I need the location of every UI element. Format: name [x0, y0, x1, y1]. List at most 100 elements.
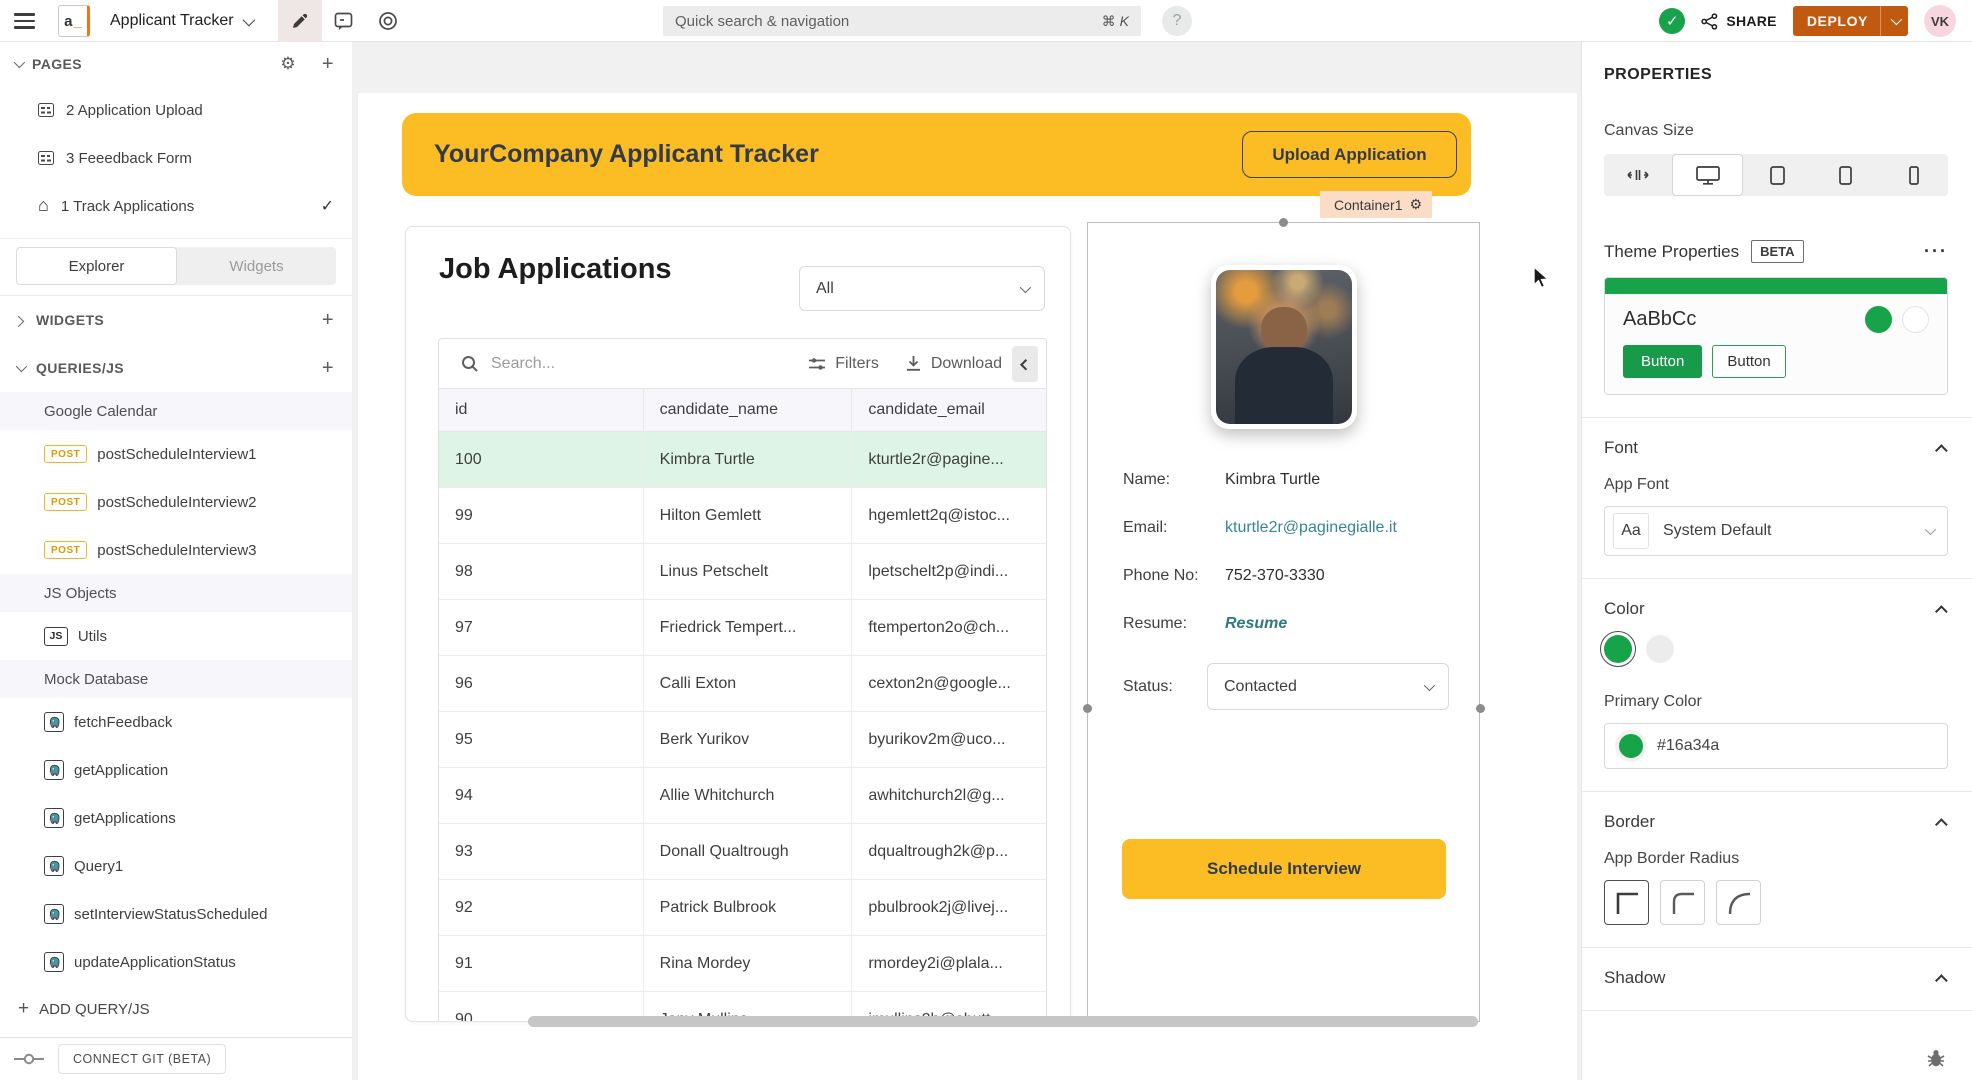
- resize-handle-left[interactable]: [1083, 704, 1092, 713]
- help-button[interactable]: ?: [1162, 6, 1192, 36]
- widgets-section-header[interactable]: WIDGETS +: [0, 296, 352, 344]
- query-item[interactable]: updateApplicationStatus: [0, 938, 352, 986]
- quick-search-input[interactable]: Quick search & navigation ⌘ K: [663, 6, 1141, 36]
- pencil-icon: [291, 12, 309, 30]
- table-column-header[interactable]: candidate_name: [644, 389, 853, 431]
- edit-mode-button[interactable]: [278, 0, 322, 42]
- header-container-widget[interactable]: YourCompany Applicant Tracker Upload App…: [402, 113, 1471, 196]
- radius-sharp-option[interactable]: [1604, 880, 1649, 925]
- border-radius-options: [1604, 880, 1948, 925]
- horizontal-scrollbar[interactable]: [528, 1016, 1478, 1027]
- canvas-fluid-option[interactable]: [1604, 154, 1672, 196]
- filters-icon: [808, 356, 826, 372]
- upload-application-button[interactable]: Upload Application: [1242, 131, 1457, 178]
- filters-button[interactable]: Filters: [808, 355, 879, 373]
- radius-medium-option[interactable]: [1660, 880, 1705, 925]
- primary-color-value: #16a34a: [1657, 737, 1719, 755]
- add-page-button[interactable]: +: [322, 53, 334, 76]
- table-row[interactable]: 95Berk Yurikovbyurikov2m@uco...: [439, 712, 1046, 768]
- table-row[interactable]: 97Friedrick Tempert...ftemperton2o@ch...: [439, 600, 1046, 656]
- status-select[interactable]: Contacted: [1207, 663, 1449, 710]
- resize-handle-right[interactable]: [1476, 704, 1485, 713]
- primary-color-input[interactable]: #16a34a: [1604, 723, 1948, 769]
- user-avatar[interactable]: VK: [1924, 5, 1956, 37]
- download-button[interactable]: Download: [905, 355, 1002, 373]
- add-widget-button[interactable]: +: [322, 309, 334, 332]
- table-row[interactable]: 94Allie Whitchurchawhitchurch2l@g...: [439, 768, 1046, 824]
- resume-link[interactable]: Resume: [1225, 615, 1449, 633]
- field-value-link[interactable]: kturtle2r@paginegialle.it: [1225, 519, 1449, 537]
- app-title-chevron-down-icon[interactable]: [242, 13, 255, 26]
- tablet-small-icon: [1839, 166, 1852, 185]
- sidebar-page-item[interactable]: 2 Application Upload: [0, 86, 352, 134]
- table-row[interactable]: 100Kimbra Turtlekturtle2r@pagine...: [439, 432, 1046, 488]
- queries-section-header[interactable]: QUERIES/JS +: [0, 344, 352, 392]
- datasource-group-header: Mock Database: [0, 660, 352, 698]
- collapse-font-section-chevron[interactable]: [1935, 444, 1948, 457]
- query-item[interactable]: setInterviewStatusScheduled: [0, 890, 352, 938]
- table-row[interactable]: 98Linus Petscheltlpetschelt2p@indi...: [439, 544, 1046, 600]
- query-item[interactable]: getApplications: [0, 794, 352, 842]
- query-item[interactable]: fetchFeedback: [0, 698, 352, 746]
- collapse-color-section-chevron[interactable]: [1935, 605, 1948, 618]
- primary-color-swatch[interactable]: [1604, 635, 1632, 663]
- theme-options-menu[interactable]: ···: [1924, 241, 1948, 262]
- debug-bug-icon[interactable]: [1926, 1048, 1946, 1068]
- app-logo-icon[interactable]: a_: [58, 5, 90, 37]
- candidate-detail-container[interactable]: Name:Kimbra TurtleEmail:kturtle2r@pagine…: [1087, 222, 1480, 1022]
- resize-handle-top[interactable]: [1279, 218, 1288, 227]
- table-search[interactable]: [461, 355, 808, 373]
- query-item[interactable]: POSTpostScheduleInterview1: [0, 430, 352, 478]
- sidebar-page-item[interactable]: ⌂1 Track Applications✓: [0, 182, 352, 230]
- add-query-plus-button[interactable]: +: [322, 357, 334, 380]
- table-row[interactable]: 92Patrick Bulbrookpbulbrook2j@livej...: [439, 880, 1046, 936]
- comments-mode-button[interactable]: [322, 0, 366, 42]
- pages-settings-gear-icon[interactable]: ⚙: [280, 54, 296, 74]
- deploy-options-chevron[interactable]: [1880, 6, 1908, 36]
- table-row[interactable]: 99Hilton Gemletthgemlett2q@istoc...: [439, 488, 1046, 544]
- pages-section-header[interactable]: PAGES ⚙ +: [0, 42, 352, 86]
- collapse-border-section-chevron[interactable]: [1935, 818, 1948, 831]
- query-item[interactable]: getApplication: [0, 746, 352, 794]
- theme-preview-card[interactable]: AaBbCc Button Button: [1604, 277, 1948, 395]
- selected-widget-tag[interactable]: Container1 ⚙: [1320, 191, 1432, 218]
- js-object-badge: JS: [44, 627, 68, 646]
- deploy-button[interactable]: DEPLOY: [1793, 6, 1908, 36]
- table-search-input[interactable]: [491, 355, 671, 373]
- query-item[interactable]: Query1: [0, 842, 352, 890]
- background-color-swatch[interactable]: [1646, 635, 1674, 663]
- collapse-panel-button[interactable]: [1012, 346, 1038, 382]
- canvas-desktop-option[interactable]: [1672, 154, 1742, 196]
- table-column-header[interactable]: id: [439, 389, 644, 431]
- table-column-header[interactable]: candidate_email: [852, 389, 1046, 431]
- connect-git-button[interactable]: CONNECT GIT (BETA): [58, 1044, 226, 1074]
- theme-primary-color-dot: [1865, 306, 1892, 333]
- table-row[interactable]: 91Rina Mordeyrmordey2i@plala...: [439, 936, 1046, 992]
- radius-large-option[interactable]: [1716, 880, 1761, 925]
- table-row[interactable]: 93Donall Qualtroughdqualtrough2k@p...: [439, 824, 1046, 880]
- widget-settings-gear-icon[interactable]: ⚙: [1410, 196, 1423, 213]
- query-item[interactable]: POSTpostScheduleInterview3: [0, 526, 352, 574]
- query-item[interactable]: POSTpostScheduleInterview2: [0, 478, 352, 526]
- canvas-tablet-option[interactable]: [1811, 154, 1879, 196]
- schedule-interview-button[interactable]: Schedule Interview: [1122, 839, 1446, 899]
- tab-explorer[interactable]: Explorer: [16, 247, 177, 285]
- collapse-shadow-section-chevron[interactable]: [1935, 974, 1948, 987]
- status-filter-select[interactable]: All: [799, 266, 1045, 311]
- app-font-select[interactable]: Aa System Default: [1604, 506, 1948, 556]
- table-row[interactable]: 96Calli Extoncexton2n@google...: [439, 656, 1046, 712]
- query-item[interactable]: JSUtils: [0, 612, 352, 660]
- app-title[interactable]: Applicant Tracker: [110, 12, 234, 30]
- canvas-tablet-large-option[interactable]: [1743, 154, 1811, 196]
- theme-button-outline-sample: Button: [1712, 345, 1785, 378]
- share-button[interactable]: SHARE: [1701, 13, 1777, 30]
- post-method-badge: POST: [44, 541, 87, 559]
- hamburger-menu-icon[interactable]: [0, 0, 46, 42]
- tab-widgets[interactable]: Widgets: [177, 247, 336, 285]
- preview-mode-button[interactable]: [366, 0, 410, 42]
- canvas-size-selector: [1604, 154, 1948, 196]
- canvas-phone-option[interactable]: [1880, 154, 1948, 196]
- cell-candidate-name: Berk Yurikov: [644, 712, 853, 767]
- sidebar-page-item[interactable]: 3 Feeedback Form: [0, 134, 352, 182]
- add-query-js-button[interactable]: + ADD QUERY/JS: [0, 986, 352, 1032]
